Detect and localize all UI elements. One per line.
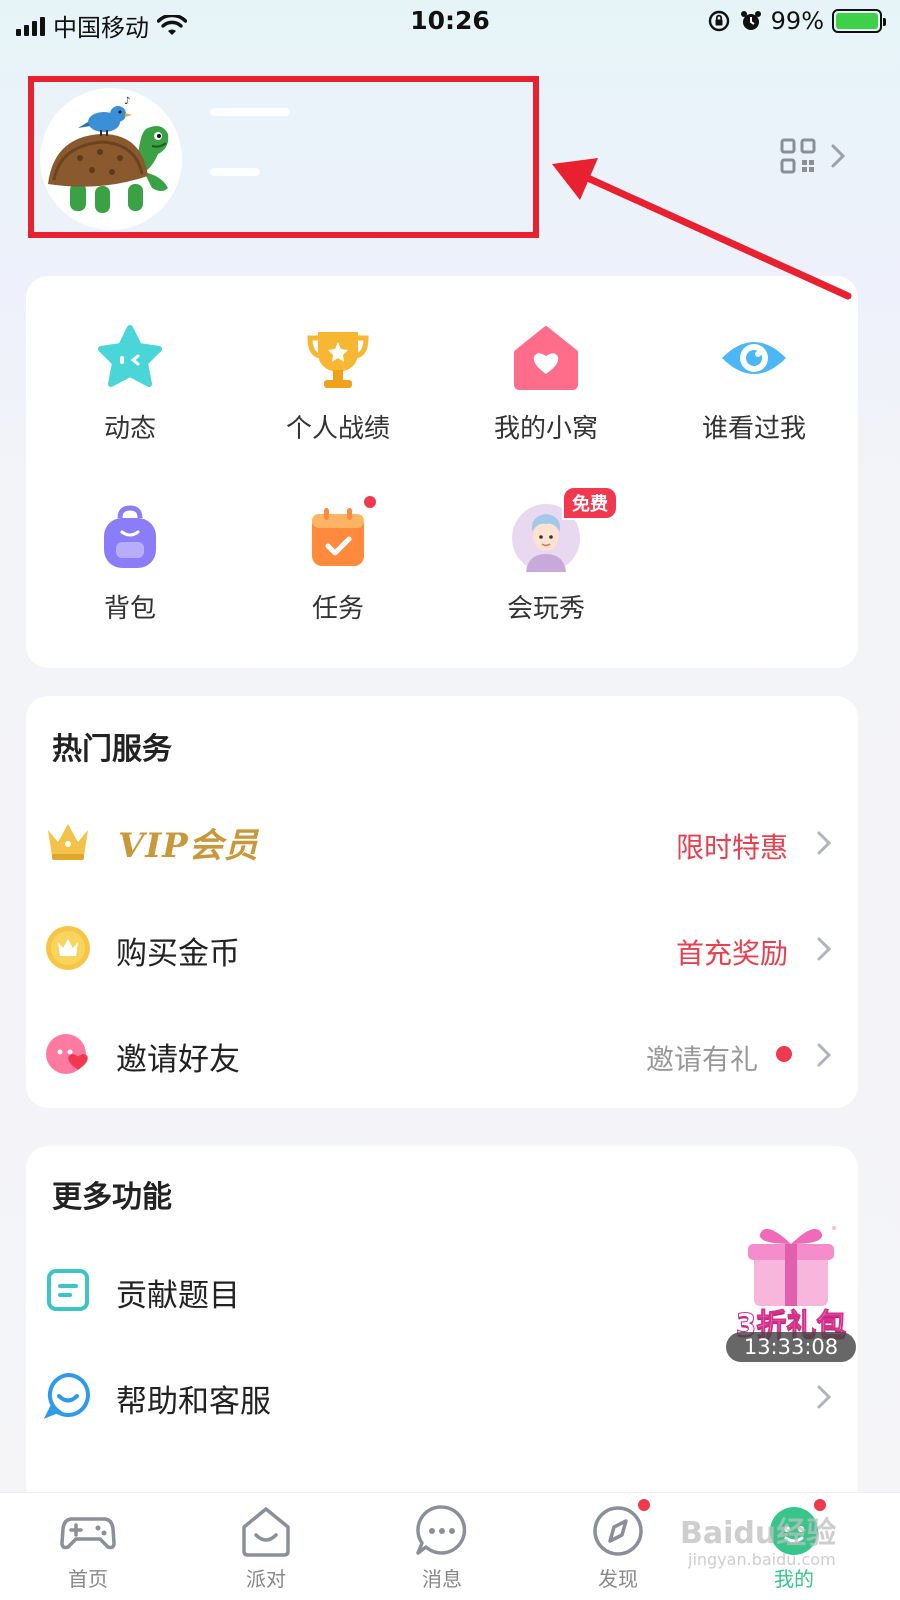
tab-label: 消息 <box>422 1567 462 1591</box>
gift-box-icon <box>739 1226 843 1306</box>
calendar-check-icon <box>302 494 378 574</box>
tab-home[interactable]: 首页 <box>38 1503 138 1592</box>
vip-label: VIP会员 <box>118 826 259 866</box>
feature-show[interactable]: 免费 会玩秀 <box>442 486 650 625</box>
notification-dot <box>776 1046 792 1062</box>
row-vip[interactable]: VIP会员 限时特惠 <box>26 796 858 886</box>
avatar-show-icon: 免费 <box>510 486 618 574</box>
feature-label: 动态 <box>103 414 156 444</box>
chevron-right-icon <box>817 831 832 855</box>
notification-dot <box>362 494 378 510</box>
battery-icon <box>832 9 886 33</box>
gift-countdown: 13:33:08 <box>726 1332 856 1362</box>
feature-backpack[interactable]: 背包 <box>26 502 234 625</box>
annotation-arrow <box>552 158 852 300</box>
feature-label: 我的小窝 <box>493 414 598 444</box>
smile-chat-icon <box>44 1372 90 1419</box>
coin-icon <box>46 926 90 970</box>
compass-icon <box>590 1497 652 1559</box>
gift-pack-floating-button[interactable]: 3折礼包 13:33:08 <box>726 1214 856 1362</box>
feature-label: 会玩秀 <box>506 594 585 624</box>
feature-personal-record[interactable]: 个人战绩 <box>234 322 442 445</box>
chevron-right-icon <box>817 1043 832 1067</box>
watermark-url: jingyan.baidu.com <box>688 1550 836 1569</box>
star-face-icon <box>94 322 166 394</box>
party-house-icon <box>238 1503 294 1559</box>
tab-discover[interactable]: 发现 <box>568 1497 668 1592</box>
row-label: 购买金币 <box>116 936 240 972</box>
tab-label: 首页 <box>68 1567 108 1591</box>
status-bar: 中国移动 10:26 99% <box>0 0 900 48</box>
orientation-lock-icon <box>708 10 729 32</box>
free-badge: 免费 <box>562 486 618 520</box>
section-title: 更多功能 <box>52 1180 172 1215</box>
row-promo: 首充奖励 <box>675 937 788 970</box>
tab-messages[interactable]: 消息 <box>392 1503 492 1592</box>
tab-label: 发现 <box>598 1567 638 1591</box>
row-help-support[interactable]: 帮助和客服 <box>26 1350 858 1440</box>
gamepad-icon <box>60 1503 116 1559</box>
row-invite-friends[interactable]: 邀请好友 邀请有礼 <box>26 1008 858 1098</box>
document-icon <box>47 1269 89 1311</box>
tab-party[interactable]: 派对 <box>216 1503 316 1592</box>
row-promo: 限时特惠 <box>675 831 788 864</box>
feature-dynamics[interactable]: 动态 <box>26 322 234 445</box>
crown-icon <box>48 824 88 860</box>
hot-services-card: 热门服务 VIP会员 限时特惠 购买金币 首充奖励 邀请好友 邀请有礼 <box>26 696 858 1108</box>
row-label: 邀请好友 <box>116 1042 240 1078</box>
row-buy-coins[interactable]: 购买金币 首充奖励 <box>26 902 858 992</box>
row-label: 帮助和客服 <box>116 1384 271 1420</box>
house-heart-icon <box>510 322 582 394</box>
row-label: 贡献题目 <box>116 1278 240 1314</box>
feature-label: 背包 <box>103 594 156 624</box>
notification-dot <box>636 1497 652 1513</box>
feature-label: 谁看过我 <box>701 414 806 444</box>
trophy-icon <box>302 322 374 394</box>
watermark: Baidu经验 <box>680 1516 837 1551</box>
tab-label: 派对 <box>246 1567 286 1591</box>
chevron-right-icon <box>817 1385 832 1409</box>
feature-tasks[interactable]: 任务 <box>234 494 442 625</box>
row-promo: 邀请有礼 <box>645 1043 758 1076</box>
message-icon <box>414 1503 470 1559</box>
feature-label: 个人战绩 <box>285 414 390 444</box>
chevron-right-icon <box>817 937 832 961</box>
annotation-highlight-box <box>28 76 539 238</box>
invite-heart-icon <box>46 1034 88 1074</box>
backpack-icon <box>94 502 166 574</box>
feature-who-viewed-me[interactable]: 谁看过我 <box>650 322 858 445</box>
eye-icon <box>718 322 790 394</box>
section-title: 热门服务 <box>52 732 172 767</box>
battery-percent: 99% <box>770 7 824 35</box>
feature-grid-card: 动态 个人战绩 我的小窝 谁看过我 背包 任务 免费 会玩秀 <box>26 276 858 668</box>
alarm-icon <box>740 11 761 30</box>
feature-label: 任务 <box>311 594 364 624</box>
feature-my-nest[interactable]: 我的小窝 <box>442 322 650 445</box>
